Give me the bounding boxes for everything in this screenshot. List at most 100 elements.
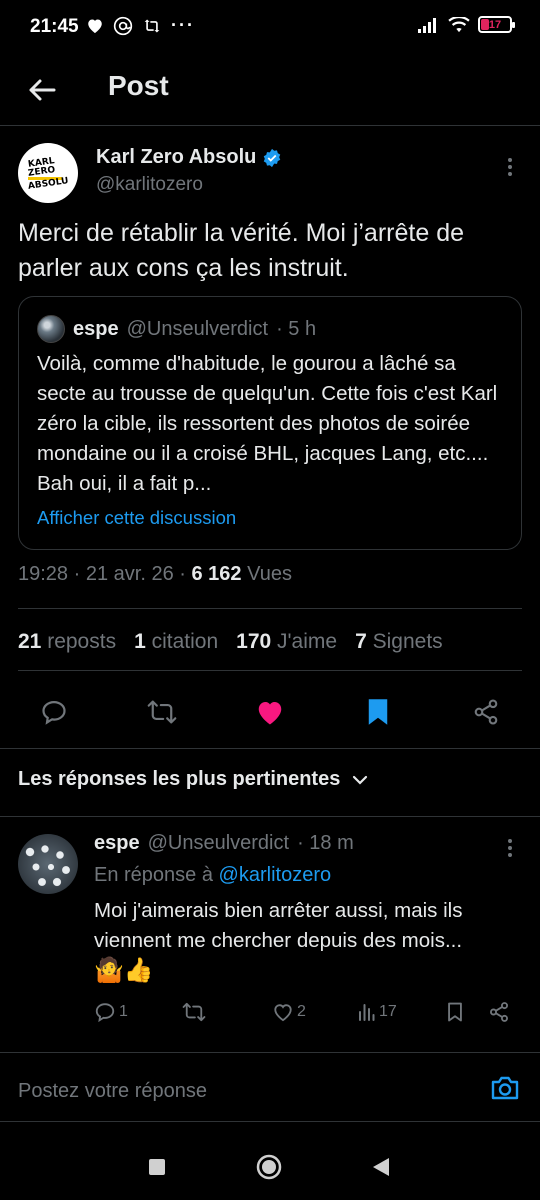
tweet-date: 21 avr. 26 xyxy=(85,563,174,585)
tweet-time: 19:28 xyxy=(18,563,69,585)
in-reply-to: En réponse à @karlitozero xyxy=(94,864,331,887)
reply-avatar[interactable] xyxy=(18,834,78,894)
divider xyxy=(0,748,540,749)
tweet-stats: 21 reposts 1 citation 170 J'aime 7 Signe… xyxy=(18,630,443,654)
reply-author-name[interactable]: espe xyxy=(94,832,140,855)
circle-icon xyxy=(256,1154,282,1180)
quoted-tweet[interactable]: espe @Unseulverdict · 5 h Voilà, comme d… xyxy=(18,296,522,550)
reply-composer[interactable]: Postez votre réponse xyxy=(0,1052,540,1122)
reply-reply-button[interactable]: 1 xyxy=(94,998,128,1026)
reposts-label: reposts xyxy=(47,630,117,653)
author-name-row[interactable]: Karl Zero Absolu xyxy=(96,146,282,169)
quoted-tweet-header: espe @Unseulverdict · 5 h xyxy=(37,315,316,343)
battery-level: 17 xyxy=(488,18,502,31)
status-bar: 21:45 ··· 17 xyxy=(0,0,540,56)
quotes-count: 1 xyxy=(134,630,146,653)
reply-bookmark-button[interactable] xyxy=(446,998,464,1026)
heart-icon xyxy=(274,1004,292,1022)
author-name[interactable]: Karl Zero Absolu xyxy=(96,146,256,169)
author-avatar[interactable]: KARL ZERO ABSOLU xyxy=(18,143,78,203)
at-icon xyxy=(113,16,133,36)
reply-icon xyxy=(95,1003,115,1023)
share-icon xyxy=(490,1002,508,1022)
in-reply-prefix: En réponse à xyxy=(94,864,213,886)
reposts-count: 21 xyxy=(18,630,42,653)
reply-repost-button[interactable] xyxy=(182,998,206,1026)
reply-share-button[interactable] xyxy=(488,998,510,1026)
repost-icon xyxy=(182,1002,206,1022)
likes-count: 170 xyxy=(236,630,272,653)
quoted-author-name: espe xyxy=(73,317,119,340)
reply-text: Moi j'aimerais bien arrêter aussi, mais … xyxy=(94,899,463,952)
tweet-meta: 19:28 · 21 avr. 26 · 6 162 Vues xyxy=(18,563,292,586)
likes-stat[interactable]: 170 J'aime xyxy=(236,630,337,654)
repost-icon xyxy=(147,700,177,724)
bookmark-icon xyxy=(448,1002,462,1022)
camera-button[interactable] xyxy=(490,1075,520,1101)
meta-separator-2: · xyxy=(179,563,192,585)
show-thread-link[interactable]: Afficher cette discussion xyxy=(37,507,236,529)
reply-reply-count: 1 xyxy=(119,1003,128,1020)
reply-actions: 1 2 17 xyxy=(94,998,524,1026)
divider xyxy=(18,670,522,671)
divider xyxy=(18,608,522,609)
replies-sort-dropdown[interactable]: Les réponses les plus pertinentes xyxy=(18,768,368,791)
chevron-down-icon xyxy=(353,775,368,785)
repost-button[interactable] xyxy=(140,690,184,734)
quoted-tweet-text: Voilà, comme d'habitude, le gourou a lâc… xyxy=(37,352,498,495)
reply-author-handle[interactable]: @Unseulverdict xyxy=(148,832,289,855)
bookmark-filled-icon xyxy=(368,699,388,725)
tweet-actions xyxy=(0,690,540,734)
repost-status-icon xyxy=(142,17,162,35)
heart-icon xyxy=(86,17,104,34)
reply-like-count: 2 xyxy=(297,1003,306,1020)
like-button[interactable] xyxy=(248,690,292,734)
square-icon xyxy=(149,1159,165,1175)
reply-button[interactable] xyxy=(32,690,76,734)
reply-icon xyxy=(42,700,66,725)
reply-header: espe @Unseulverdict · 18 m xyxy=(94,832,354,855)
reply-views-count: 17 xyxy=(379,1003,397,1020)
reposts-stat[interactable]: 21 reposts xyxy=(18,630,116,654)
recents-button[interactable] xyxy=(142,1152,172,1182)
quotes-label: citation xyxy=(151,630,219,653)
signal-icon xyxy=(418,17,440,33)
share-button[interactable] xyxy=(464,690,508,734)
camera-icon xyxy=(491,1076,519,1100)
quotes-stat[interactable]: 1 citation xyxy=(134,630,218,654)
replies-sort-label: Les réponses les plus pertinentes xyxy=(18,768,341,790)
tweet-text: Merci de rétablir la vérité. Moi j’arrêt… xyxy=(18,219,464,282)
more-notifications-icon: ··· xyxy=(171,15,195,35)
views-label: Vues xyxy=(247,563,292,585)
status-time: 21:45 xyxy=(30,16,79,37)
likes-label: J'aime xyxy=(277,630,338,653)
views-chart-icon xyxy=(359,1004,375,1021)
bookmarks-count: 7 xyxy=(355,630,367,653)
wifi-icon xyxy=(448,16,470,33)
quoted-author-handle: @Unseulverdict xyxy=(126,317,269,340)
home-button[interactable] xyxy=(254,1152,284,1182)
reply-more-options-icon[interactable] xyxy=(498,836,522,860)
system-nav-bar xyxy=(0,1130,540,1200)
back-button[interactable] xyxy=(22,70,62,110)
back-nav-button[interactable] xyxy=(366,1152,396,1182)
heart-filled-icon xyxy=(258,702,282,725)
meta-separator-1: · xyxy=(73,563,86,585)
reply-emoji: 🤷👍 xyxy=(94,957,154,984)
views-count: 6 162 xyxy=(191,563,242,585)
reply-time: · 18 m xyxy=(297,832,354,854)
reply-like-button[interactable]: 2 xyxy=(272,998,306,1026)
more-options-icon[interactable] xyxy=(498,155,522,179)
bookmarks-stat[interactable]: 7 Signets xyxy=(355,630,443,654)
arrow-left-icon xyxy=(29,79,56,101)
reply-input-placeholder[interactable]: Postez votre réponse xyxy=(18,1080,207,1103)
reply-views-button[interactable]: 17 xyxy=(358,998,397,1026)
bookmark-button[interactable] xyxy=(356,690,400,734)
author-handle[interactable]: @karlitozero xyxy=(96,174,203,196)
triangle-back-icon xyxy=(373,1158,389,1176)
battery-icon: 17 xyxy=(478,16,515,33)
verified-badge-icon xyxy=(262,148,282,168)
in-reply-handle-link[interactable]: @karlitozero xyxy=(219,864,332,886)
quoted-avatar xyxy=(37,315,65,343)
page-title: Post xyxy=(108,70,169,101)
